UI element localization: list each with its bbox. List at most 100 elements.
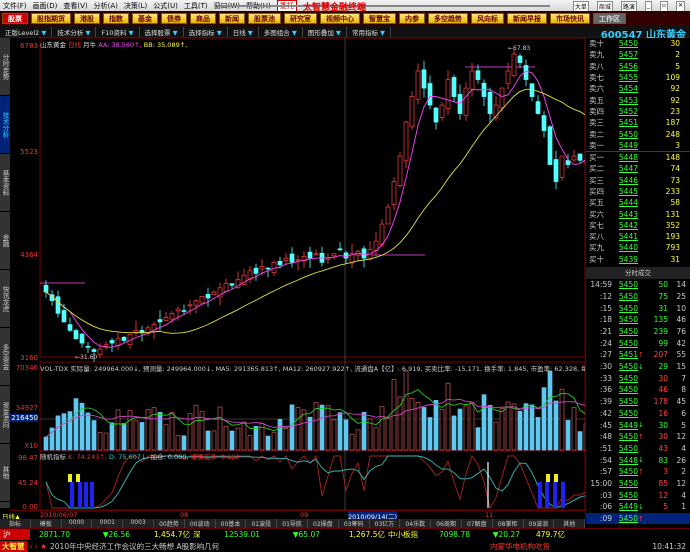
- indicator-tab[interactable]: 02操盘: [308, 519, 339, 528]
- sme-change: ▼20.27: [492, 530, 520, 539]
- level-label: 卖三: [589, 118, 604, 128]
- trade-count: 5: [681, 420, 686, 430]
- candle-up: [295, 259, 301, 262]
- volume-bar: [229, 430, 235, 451]
- level-price: 5444: [618, 198, 638, 208]
- volume-bar: [355, 429, 361, 451]
- indicator-tab[interactable]: 09波浪: [524, 519, 555, 528]
- indicator-tab[interactable]: 模板: [31, 519, 62, 528]
- trade-price: 5449: [618, 502, 638, 512]
- trade-volume: 85: [658, 478, 668, 488]
- level-label: 买四: [589, 187, 604, 196]
- volume-bar: [115, 409, 121, 451]
- volume-bar: [253, 425, 259, 451]
- indicator-tab[interactable]: 01导航: [277, 519, 308, 528]
- right-news[interactable]: 内蒙华电机构吃货: [490, 541, 585, 552]
- volume-bar: [301, 409, 307, 451]
- candle-up: [211, 291, 217, 296]
- sh-amount: 1,454.7亿: [153, 530, 190, 539]
- candle-up: [187, 304, 193, 307]
- arrow-up-icon: ↑: [638, 350, 644, 359]
- trades-list[interactable]: 14:59 5450 50 14:12 5450 75 25:15 5450 31 10:18 54…: [586, 279, 690, 525]
- candle-down: [517, 55, 523, 63]
- candle-up: [463, 87, 469, 116]
- level-volume: 30: [670, 39, 680, 49]
- orderbook-row: 买十 5439 31: [586, 254, 690, 265]
- trade-price: 5450: [618, 303, 638, 313]
- trade-count: 12: [676, 478, 686, 488]
- volume-bar: [529, 404, 535, 451]
- arrow-down-icon: ↓: [638, 421, 644, 430]
- volume-bar: [397, 396, 403, 451]
- candle-up: [469, 70, 475, 90]
- indicator-tab[interactable]: 03筹码: [339, 519, 370, 528]
- indicator-tab[interactable]: 0001: [92, 519, 124, 528]
- orderbook-row: 买八 5441 193: [586, 231, 690, 242]
- ma5-line: [45, 70, 585, 348]
- level-price: 5448: [618, 153, 638, 163]
- indicator-tab[interactable]: 07解盘: [462, 519, 493, 528]
- candle-up: [415, 70, 421, 100]
- volume-bar: [133, 420, 139, 451]
- indicator-tab[interactable]: 04乐数: [400, 519, 432, 528]
- date-label: 11: [485, 511, 494, 519]
- trade-count: 7: [681, 373, 686, 383]
- trade-time: :48: [599, 432, 612, 442]
- indicator-tab[interactable]: 指标: [0, 519, 31, 528]
- trade-volume: 75: [658, 291, 668, 301]
- indicator-tab[interactable]: 01波段: [246, 519, 278, 528]
- signal-bar: [546, 474, 550, 482]
- indicator-tab[interactable]: 其他: [554, 519, 586, 528]
- trade-price: 5450: [618, 432, 638, 442]
- level-price: 5446: [618, 175, 638, 185]
- trade-price: 5450: [618, 362, 638, 372]
- level-volume: 23: [670, 106, 680, 116]
- trade-count: 4: [681, 490, 686, 500]
- level-price: 5455: [618, 73, 638, 83]
- indicator-tab[interactable]: 0000: [62, 519, 93, 528]
- trade-volume: 83: [658, 455, 668, 465]
- candle-up: [505, 70, 511, 84]
- indicator-tab[interactable]: 03亿万: [370, 519, 401, 528]
- level-volume: 2: [675, 50, 680, 60]
- candle-up: [325, 257, 331, 260]
- kline-chart[interactable]: [0, 0, 585, 510]
- volume-bar: [343, 419, 349, 451]
- arrow-up-icon: ↑: [638, 432, 644, 441]
- volume-bar: [379, 406, 385, 451]
- news-headline[interactable]: 2010年中央经济工作会议的三大畅想 A股影响几何: [50, 541, 490, 552]
- date-label: 09: [300, 511, 309, 519]
- volume-bar: [439, 409, 445, 451]
- trade-row: :30 5450 ↓ 29 15: [586, 361, 690, 373]
- trade-row: :15 5450 31 10: [586, 302, 690, 314]
- trade-price: 5450: [618, 443, 638, 453]
- volume-bar: [541, 387, 547, 451]
- arrow-down-icon: ↓: [638, 362, 644, 371]
- trade-time: :36: [599, 385, 612, 395]
- volume-bar: [475, 427, 481, 451]
- volume-bar: [565, 420, 571, 451]
- indicator-tab[interactable]: 00波动: [185, 519, 216, 528]
- ind-tick: 45.24: [17, 479, 38, 487]
- volume-bar: [385, 418, 391, 451]
- indicator-tab[interactable]: 06周期: [431, 519, 462, 528]
- indicator-tab[interactable]: 00趋势: [154, 519, 185, 528]
- trade-time: :03: [599, 490, 612, 500]
- trade-time: :57: [599, 467, 612, 477]
- indicator-tab[interactable]: 0003: [123, 519, 154, 528]
- volume-bar: [235, 427, 241, 451]
- trade-price: 5450: [618, 315, 638, 325]
- volume-bar: [553, 400, 559, 451]
- candle-down: [121, 336, 127, 341]
- clock: 10:41:32: [652, 541, 686, 551]
- volume-bar: [85, 412, 91, 451]
- volume-bar: [55, 415, 61, 451]
- level-volume: 193: [665, 232, 680, 242]
- candle-up: [445, 79, 451, 109]
- indicator-tab[interactable]: 08掌柜: [493, 519, 524, 528]
- indicator-tab[interactable]: 00基本: [216, 519, 247, 528]
- nav-button[interactable]: 工作区: [593, 13, 626, 24]
- level-price: 5454: [618, 84, 638, 94]
- trade-row: :54 5448 ↓ 83 26: [586, 454, 690, 466]
- date-label: 2010/06/07: [40, 511, 78, 519]
